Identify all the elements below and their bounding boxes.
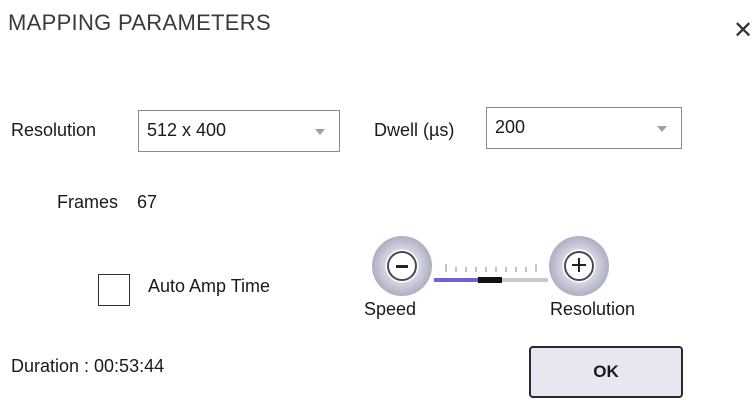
dialog-title: MAPPING PARAMETERS <box>8 10 271 35</box>
dwell-value: 200 <box>495 117 526 137</box>
close-icon[interactable]: ✕ <box>733 19 753 43</box>
auto-amp-checkbox[interactable] <box>98 274 130 306</box>
resolution-label: Resolution <box>11 120 97 140</box>
frames-value: 67 <box>137 192 158 212</box>
dwell-label: Dwell (µs) <box>374 120 455 140</box>
slider-thumb[interactable] <box>478 277 502 283</box>
frames-label: Frames <box>57 192 119 212</box>
duration-text: Duration : 00:53:44 <box>11 356 165 376</box>
speed-decrease-button[interactable] <box>372 236 432 296</box>
slider-ticks <box>445 264 537 272</box>
dwell-dropdown[interactable]: 200 <box>486 107 682 149</box>
resolution-value: 512 x 400 <box>147 120 227 140</box>
slider-fill <box>434 278 480 282</box>
slider-resolution-label: Resolution <box>550 299 636 319</box>
chevron-down-icon <box>657 126 667 132</box>
chevron-down-icon <box>315 129 325 135</box>
resolution-dropdown[interactable]: 512 x 400 <box>138 110 340 152</box>
minus-icon <box>387 251 417 281</box>
slider-speed-label: Speed <box>364 299 417 319</box>
resolution-increase-button[interactable] <box>549 236 609 296</box>
auto-amp-label[interactable]: Auto Amp Time <box>148 276 270 297</box>
ok-button[interactable]: OK <box>529 346 683 398</box>
plus-icon <box>564 251 594 281</box>
